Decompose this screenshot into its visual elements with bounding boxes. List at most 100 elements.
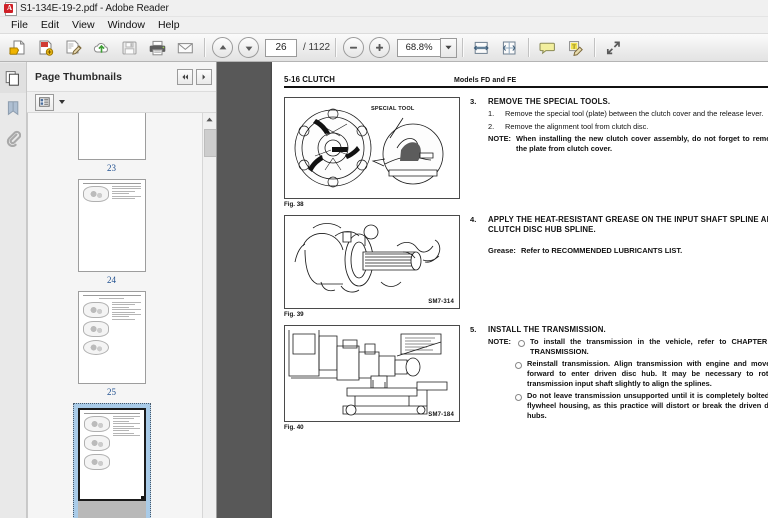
figure-40-code: SM7-184	[428, 411, 454, 418]
list-item-selected[interactable]: 26	[28, 403, 195, 518]
bullet-text: Reinstall transmission. Align transmissi…	[527, 359, 768, 389]
workspace: Page Thumbnails 23 24 25 5-16 CLUTCH Mod…	[0, 62, 768, 518]
scroll-up-arrow[interactable]	[203, 113, 216, 125]
thumbnail-scroll-area[interactable]: 23 24 25	[28, 113, 202, 518]
thumbnail-page-24[interactable]	[77, 179, 146, 272]
step-5-heading: INSTALL THE TRANSMISSION.	[488, 324, 606, 334]
thumbnail-label: 24	[107, 275, 116, 285]
step-5-bullet-2: Reinstall transmission. Align transmissi…	[515, 359, 768, 389]
page-running-header: 5-16 CLUTCH Models FD and FE	[284, 75, 768, 86]
substep-text: Remove the alignment tool from clutch di…	[505, 121, 649, 131]
menu-view[interactable]: View	[66, 18, 102, 32]
bullet-text: Do not leave transmission unsupported un…	[527, 391, 768, 421]
page-thumbnails-panel: Page Thumbnails 23 24 25	[27, 62, 217, 518]
open-folder-icon[interactable]	[4, 35, 31, 60]
step-3-substep-1: 1. Remove the special tool (plate) betwe…	[488, 109, 768, 119]
fit-width-icon[interactable]	[468, 35, 495, 60]
thumbnail-selection-frame[interactable]	[72, 403, 151, 518]
sidebar-item-page-thumbnails[interactable]	[0, 63, 26, 93]
step-5-text: 5. INSTALL THE TRANSMISSION. NOTE: To in…	[470, 325, 768, 431]
thumbnail-label: 25	[107, 387, 116, 397]
step-3-note: NOTE: When installing the new clutch cov…	[488, 134, 768, 154]
substep-number: 1.	[488, 109, 495, 119]
fit-page-icon[interactable]	[496, 35, 523, 60]
floppy-save-icon[interactable]	[116, 35, 143, 60]
step-4-heading-row: 4. APPLY THE HEAT-RESISTANT GREASE ON TH…	[470, 215, 768, 236]
list-item[interactable]: 24	[28, 179, 195, 289]
caret-down-icon[interactable]	[59, 100, 65, 104]
plus-icon[interactable]	[369, 37, 391, 58]
edit-pencil-icon[interactable]	[60, 35, 87, 60]
arrow-down-icon[interactable]	[238, 37, 259, 58]
arrow-up-icon[interactable]	[212, 37, 233, 58]
bookmark-icon	[7, 100, 18, 115]
bullet-circle-icon	[515, 362, 522, 370]
menu-window[interactable]: Window	[102, 18, 152, 32]
svg-text:T: T	[572, 44, 576, 50]
document-viewer[interactable]: 5-16 CLUTCH Models FD and FE SPECIAL TOO…	[217, 62, 768, 518]
figure-38-image: SPECIAL TOOL	[284, 96, 460, 199]
thumbnail-page-25[interactable]	[77, 291, 146, 384]
create-pdf-icon[interactable]	[32, 35, 59, 60]
step-5-bullet-3: Do not leave transmission unsupported un…	[515, 391, 768, 421]
zoom-level-input[interactable]: 68.8%	[397, 38, 441, 57]
substep-number: 2.	[488, 121, 495, 131]
toolbar-separator-3	[462, 38, 464, 57]
printer-icon[interactable]	[144, 35, 171, 60]
menu-edit[interactable]: Edit	[35, 18, 66, 32]
speech-bubble-icon[interactable]	[534, 35, 561, 60]
envelope-icon[interactable]	[172, 35, 199, 60]
thumbnail-page-26[interactable]	[77, 408, 146, 501]
figure-38-caption: Fig. 38	[284, 200, 304, 208]
chevron-down-icon[interactable]	[440, 37, 458, 58]
section-step-3: SPECIAL TOOL Fig. 38 3. REMOVE THE SPECI…	[284, 96, 768, 208]
expand-arrows-icon[interactable]	[600, 35, 627, 60]
options-list-icon[interactable]	[35, 93, 54, 111]
panel-title: Page Thumbnails	[35, 70, 122, 83]
list-item[interactable]: 25	[28, 291, 195, 401]
crop-handle[interactable]	[140, 496, 144, 499]
thumbnail-list[interactable]: 23 24 25	[27, 113, 216, 518]
cloud-upload-icon[interactable]	[88, 35, 115, 60]
paperclip-icon	[6, 130, 21, 147]
toolbar-separator	[204, 38, 205, 57]
figure-40-column: SM7-184 Fig. 40	[284, 324, 460, 431]
thumbnail-scrollbar[interactable]	[202, 113, 216, 518]
thumbnail-overflow-region	[77, 500, 146, 518]
thumbnail-page-23[interactable]	[77, 113, 146, 160]
page-number-input[interactable]: 26	[265, 38, 297, 57]
step-5-number: 5.	[470, 324, 477, 334]
pages-icon	[5, 70, 19, 86]
step-4-text: 4. APPLY THE HEAT-RESISTANT GREASE ON TH…	[470, 215, 768, 318]
menu-file[interactable]: File	[5, 18, 35, 32]
pdf-page: 5-16 CLUTCH Models FD and FE SPECIAL TOO…	[272, 62, 768, 518]
chevron-right-icon[interactable]	[196, 68, 212, 85]
adobe-acrobat-icon: A	[4, 2, 17, 16]
minus-icon[interactable]	[343, 37, 365, 58]
highlight-text-icon[interactable]: T	[562, 35, 589, 60]
header-model-label: Models FD and FE	[454, 77, 517, 84]
figure-39-image: SM7-314	[284, 214, 460, 309]
adobe-reader-window: A S1-134E-19-2.pdf - Adobe Reader File E…	[0, 0, 768, 518]
sidebar-item-bookmarks[interactable]	[0, 93, 26, 123]
step-3-substep-2: 2. Remove the alignment tool from clutch…	[488, 122, 768, 132]
window-title: S1-134E-19-2.pdf - Adobe Reader	[20, 2, 169, 14]
section-step-5: SM7-184 Fig. 40 5. INSTALL THE TRANSMISS…	[284, 324, 768, 431]
section-step-4: SM7-314 Fig. 39 4. APPLY THE HEAT-RESIST…	[284, 214, 768, 318]
main-toolbar: 26 / 1122 68.8% T	[0, 34, 768, 62]
zoom-control: 68.8%	[397, 37, 458, 58]
bullet-circle-icon	[515, 394, 522, 402]
scrollbar-thumb[interactable]	[204, 129, 216, 157]
note-label: NOTE:	[488, 134, 511, 144]
list-item[interactable]: 23	[28, 113, 195, 177]
menu-help[interactable]: Help	[152, 18, 187, 32]
title-bar: A S1-134E-19-2.pdf - Adobe Reader	[0, 0, 768, 17]
figure-38-column: SPECIAL TOOL Fig. 38	[284, 96, 460, 208]
sidebar-item-attachments[interactable]	[0, 123, 26, 153]
header-section-label: 5-16 CLUTCH	[284, 75, 335, 84]
toolbar-separator-4	[528, 38, 530, 57]
step-3-text: 3. REMOVE THE SPECIAL TOOLS. 1. Remove t…	[470, 97, 768, 208]
figure-40-caption: Fig. 40	[284, 423, 304, 431]
figure-40-image: SM7-184	[284, 324, 460, 422]
double-chevron-left-icon[interactable]	[177, 68, 193, 85]
